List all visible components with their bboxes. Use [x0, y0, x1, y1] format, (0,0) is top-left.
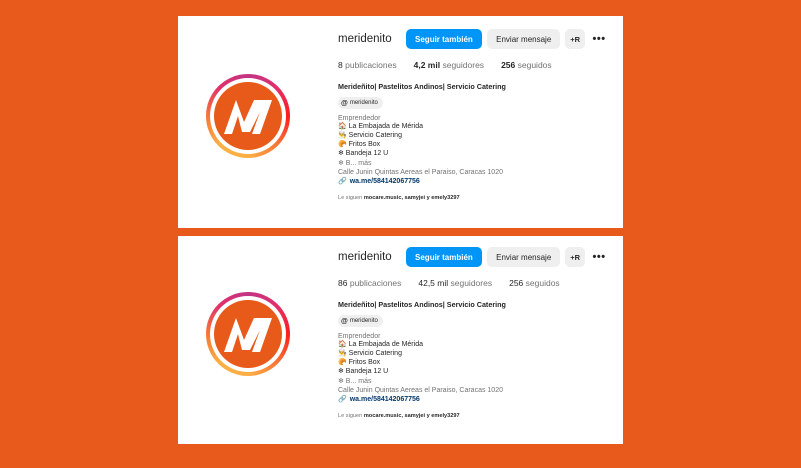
- profile-full-name: Merideñito| Pastelitos Andinos| Servicio…: [338, 82, 506, 91]
- bio-line: 🏠 La Embajada de Mérida: [338, 122, 423, 130]
- bio-line: 🥐 Fritos Box: [338, 141, 381, 149]
- profile-address[interactable]: Calle Junin Quintas Aereas el Paraiso, C…: [338, 386, 613, 395]
- merideno-logo-icon: [214, 82, 282, 150]
- suggest-user-button[interactable]: +R: [565, 247, 586, 267]
- more-options-icon[interactable]: •••: [590, 29, 608, 49]
- profile-avatar[interactable]: [206, 292, 290, 376]
- link-icon: 🔗: [338, 396, 347, 404]
- following-stat[interactable]: 256 seguidos: [501, 60, 552, 70]
- profile-category: Emprendedor: [338, 114, 381, 122]
- threads-badge[interactable]: @ meridenito: [338, 97, 383, 109]
- bio-more-link[interactable]: ❄ B... más: [338, 159, 613, 168]
- threads-icon: @: [341, 317, 348, 325]
- merideno-logo-icon: [214, 300, 282, 368]
- profile-full-name: Merideñito| Pastelitos Andinos| Servicio…: [338, 300, 506, 309]
- followers-stat[interactable]: 4,2 mil seguidores: [414, 60, 484, 70]
- posts-stat: 8 publicaciones: [338, 60, 397, 70]
- following-stat[interactable]: 256 seguidos: [509, 278, 560, 288]
- threads-icon: @: [341, 99, 348, 107]
- suggest-user-button[interactable]: +R: [565, 29, 586, 49]
- more-options-icon[interactable]: •••: [590, 247, 608, 267]
- bio-line: 🏠 La Embajada de Mérida: [338, 340, 423, 348]
- username: meridenito: [338, 251, 392, 263]
- bio-line: 🥐 Fritos Box: [338, 359, 381, 367]
- profile-link[interactable]: 🔗 wa.me/584142067756: [338, 395, 613, 405]
- profile-card-original: meridenito Seguir también Enviar mensaje…: [178, 16, 623, 228]
- follow-button[interactable]: Seguir también: [405, 247, 483, 267]
- posts-stat: 86 publicaciones: [338, 278, 402, 288]
- bio-line: ❄ Bandeja 12 U: [338, 150, 389, 158]
- profile-avatar[interactable]: [206, 74, 290, 158]
- link-icon: 🔗: [338, 178, 347, 186]
- followers-stat[interactable]: 42,5 mil seguidores: [418, 278, 492, 288]
- profile-category: Emprendedor: [338, 332, 381, 340]
- send-message-button[interactable]: Enviar mensaje: [487, 247, 561, 267]
- send-message-button[interactable]: Enviar mensaje: [487, 29, 561, 49]
- bio-more-link[interactable]: ❄ B... más: [338, 377, 613, 386]
- username: meridenito: [338, 33, 392, 45]
- profile-address[interactable]: Calle Junin Quintas Aereas el Paraiso, C…: [338, 168, 613, 177]
- bio-line: 👨‍🍳 Servicio Catering: [338, 131, 402, 139]
- bio-line: 👨‍🍳 Servicio Catering: [338, 349, 402, 357]
- followed-by[interactable]: Le siguen mocare.music, samyjei y emely3…: [338, 195, 613, 201]
- follow-button[interactable]: Seguir también: [405, 29, 483, 49]
- bio-line: ❄ Bandeja 12 U: [338, 368, 389, 376]
- profile-card-edited: meridenito Seguir también Enviar mensaje…: [178, 236, 623, 444]
- profile-link[interactable]: 🔗 wa.me/584142067756: [338, 177, 613, 187]
- threads-badge[interactable]: @ meridenito: [338, 315, 383, 327]
- followed-by[interactable]: Le siguen mocare.music, samyjei y emely3…: [338, 413, 613, 419]
